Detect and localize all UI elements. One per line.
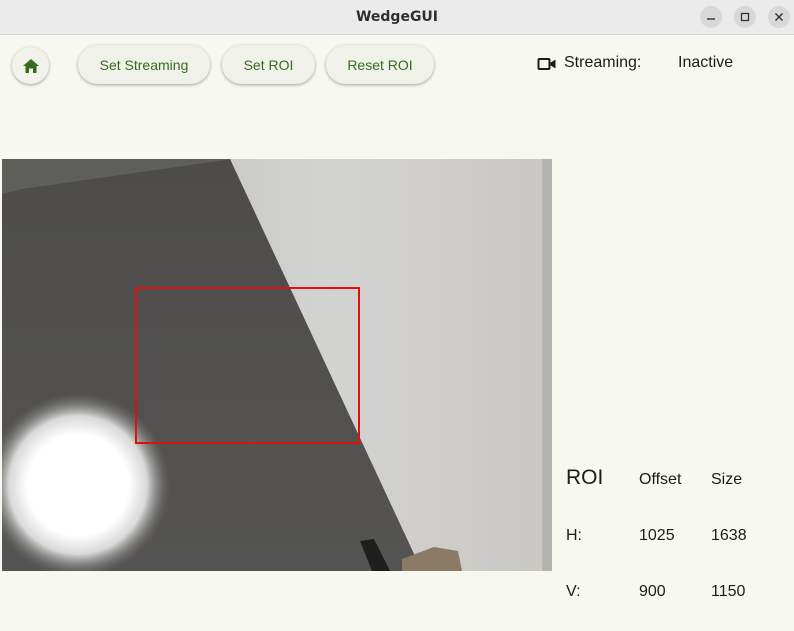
video-camera-icon (537, 58, 556, 70)
close-button[interactable] (768, 6, 790, 28)
roi-v-size-value: 1150 (711, 583, 746, 600)
roi-row-h-label: H: (566, 527, 582, 544)
roi-size-header: Size (711, 471, 743, 488)
home-button[interactable] (12, 47, 49, 84)
maximize-button[interactable] (734, 6, 756, 28)
roi-row-v-label: V: (566, 583, 581, 600)
roi-h-size-value: 1638 (711, 527, 747, 544)
roi-overlay-rectangle[interactable] (135, 287, 360, 444)
set-roi-button[interactable]: Set ROI (222, 45, 315, 84)
roi-title: ROI (566, 466, 604, 489)
roi-offset-header: Offset (639, 471, 682, 488)
roi-v-offset-value: 900 (639, 583, 666, 600)
window-title: WedgeGUI (355, 9, 439, 25)
roi-h-offset-value: 1025 (639, 527, 675, 544)
reset-roi-button[interactable]: Reset ROI (326, 45, 434, 84)
maximize-icon (740, 12, 750, 22)
home-icon (22, 58, 39, 73)
title-bar: WedgeGUI (0, 0, 794, 35)
set-streaming-button[interactable]: Set Streaming (78, 45, 210, 84)
streaming-label: Streaming: (564, 54, 642, 71)
close-icon (775, 13, 783, 21)
streaming-status-value: Inactive (678, 54, 734, 71)
minimize-icon (707, 18, 715, 20)
minimize-button[interactable] (700, 6, 722, 28)
